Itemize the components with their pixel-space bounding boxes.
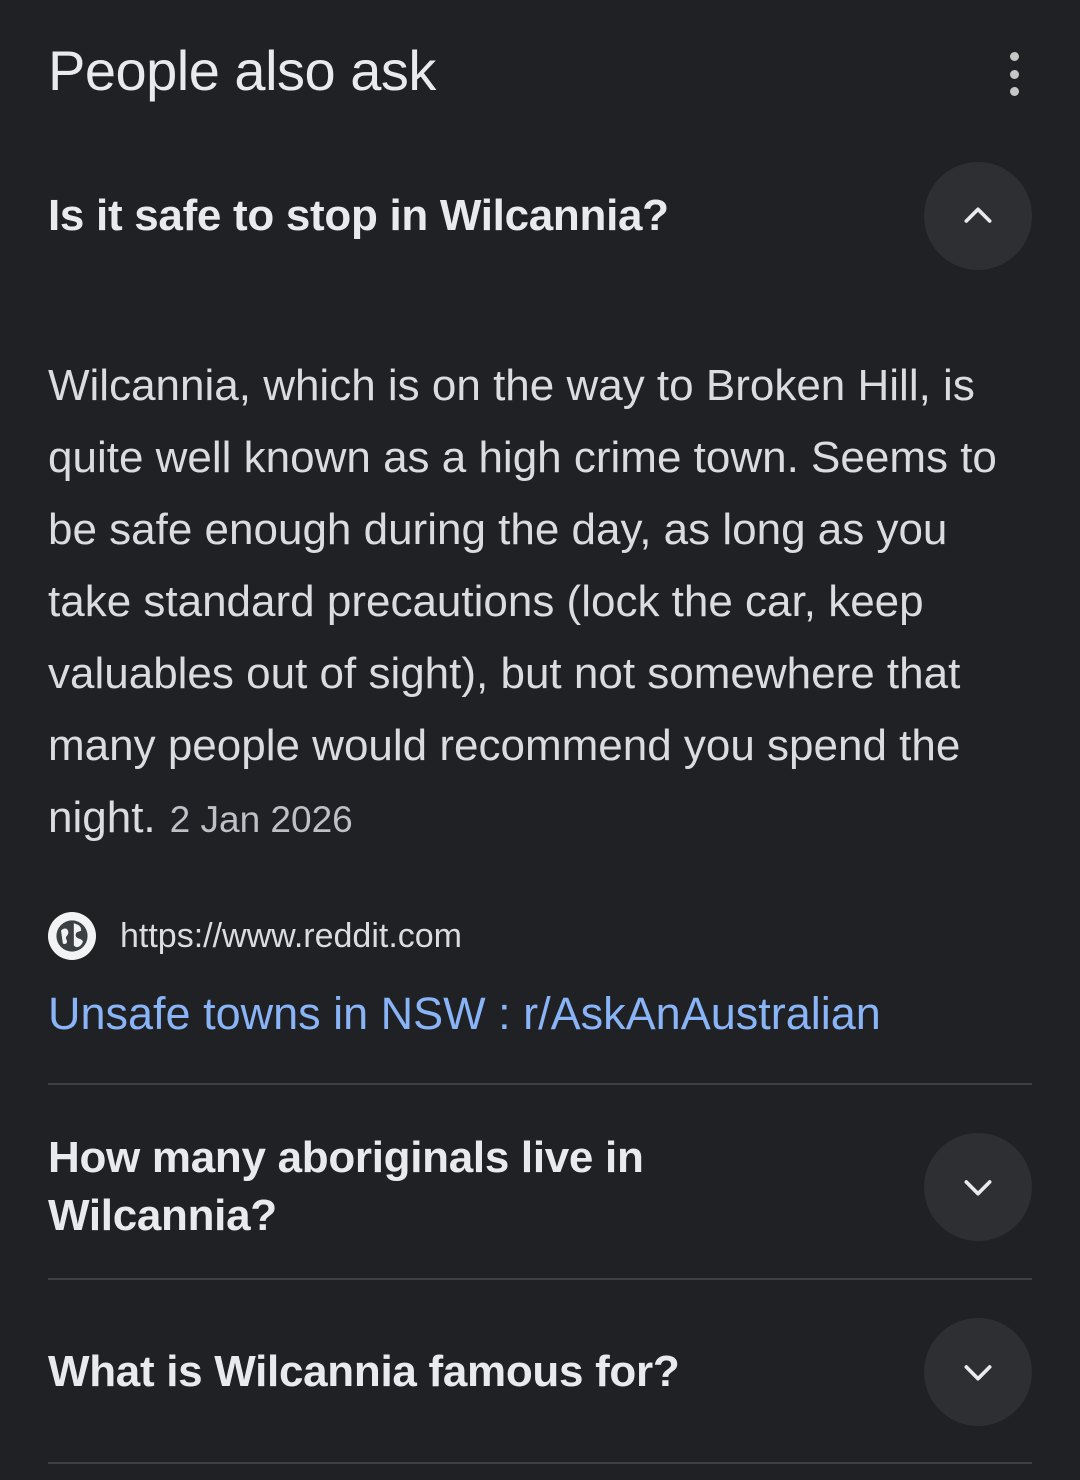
more-options-icon[interactable] — [1002, 52, 1026, 96]
question-text[interactable]: Is it safe to stop in Wilcannia? — [48, 187, 924, 245]
question-row-2[interactable]: How many aboriginals live in Wilcannia? — [48, 1129, 1032, 1245]
question-text[interactable]: What is Wilcannia famous for? — [48, 1343, 924, 1401]
chevron-down-icon — [964, 1365, 992, 1381]
result-link[interactable]: Unsafe towns in NSW : r/AskAnAustralian — [48, 988, 881, 1040]
answer-snippet: Wilcannia, which is on the way to Broken… — [48, 350, 1020, 856]
expand-button[interactable] — [924, 1133, 1032, 1241]
paa-header: People also ask — [48, 38, 1032, 118]
divider — [48, 1462, 1032, 1464]
question-text[interactable]: How many aboriginals live in Wilcannia? — [48, 1129, 924, 1245]
expand-button[interactable] — [924, 1318, 1032, 1426]
source-info[interactable]: https://www.reddit.com — [48, 912, 462, 960]
section-title: People also ask — [48, 39, 436, 102]
answer-date: 2 Jan 2026 — [169, 799, 353, 840]
chevron-up-icon — [964, 207, 992, 223]
chevron-down-icon — [964, 1180, 992, 1196]
answer-text: Wilcannia, which is on the way to Broken… — [48, 361, 997, 842]
question-row-1[interactable]: Is it safe to stop in Wilcannia? — [48, 162, 1032, 270]
globe-icon — [48, 912, 96, 960]
source-url[interactable]: https://www.reddit.com — [120, 917, 462, 956]
divider — [48, 1278, 1032, 1280]
question-row-3[interactable]: What is Wilcannia famous for? — [48, 1318, 1032, 1426]
divider — [48, 1083, 1032, 1085]
collapse-button[interactable] — [924, 162, 1032, 270]
